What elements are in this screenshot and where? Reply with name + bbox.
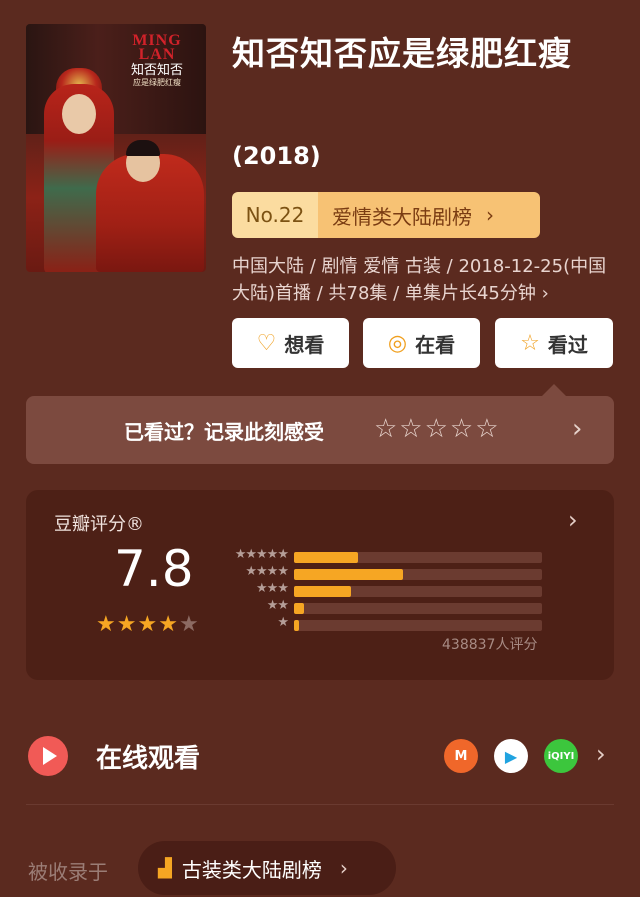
distribution-stars-label: ★★★ <box>256 581 289 596</box>
distribution-bar-fill <box>294 586 351 597</box>
star-outline-icon: ☆ <box>520 330 540 356</box>
tencent-video-icon[interactable]: ▶ <box>494 739 528 773</box>
chevron-right-icon: › <box>339 856 348 880</box>
popover-pointer <box>542 384 566 396</box>
chevron-right-icon: › <box>568 506 578 534</box>
poster-face-bride <box>62 94 96 134</box>
rank-number: No.22 <box>232 192 318 238</box>
rating-star-icon: ★ <box>96 612 117 637</box>
want-to-watch-label: 想看 <box>284 332 325 357</box>
rating-label: 豆瓣评分® <box>54 514 144 535</box>
rank-label: 爱情类大陆剧榜 <box>332 204 472 229</box>
included-list-chip[interactable]: ▟ 古装类大陆剧榜 › <box>138 841 396 895</box>
distribution-bar-track <box>294 603 542 614</box>
target-icon: ◎ <box>387 330 408 356</box>
iqiyi-icon[interactable]: iQIYI <box>544 739 578 773</box>
included-list-label: 古装类大陆剧榜 <box>181 857 322 882</box>
want-to-watch-button[interactable]: ♡ 想看 <box>232 318 349 368</box>
rating-star-icon: ★ <box>137 612 159 637</box>
watched-label: 看过 <box>547 332 588 357</box>
heart-plus-icon: ♡ <box>256 330 277 356</box>
divider <box>26 804 614 805</box>
distribution-bar-fill <box>294 603 304 614</box>
rating-star-icon: ★ <box>116 612 138 637</box>
distribution-stars-label: ★ <box>277 615 289 630</box>
included-in-label: 被收录于 <box>28 860 108 884</box>
poster-logo-en: MING LAN <box>132 32 182 63</box>
rating-distribution-row: ★★★ <box>222 581 552 598</box>
distribution-stars-label: ★★★★ <box>245 564 289 579</box>
douban-rating-card[interactable]: 豆瓣评分® › 7.8 ★★★★★ ★★★★★ ★★★★ ★★★ ★★ ★ 438837… <box>26 490 614 680</box>
poster-logo-cn: 知否知否 <box>130 62 183 77</box>
distribution-bar-track <box>294 620 542 631</box>
watching-label: 在看 <box>415 332 456 357</box>
rating-score: 7.8 <box>114 540 194 598</box>
rate-stars-input[interactable]: ☆☆☆☆☆ <box>374 414 501 444</box>
poster-image[interactable]: MING LAN 知否知否 应是绿肥红瘦 <box>26 24 206 272</box>
chevron-right-icon: › <box>596 740 606 768</box>
rating-stars: ★★★★★ <box>96 612 200 637</box>
rank-label-wrap: 爱情类大陆剧榜 › <box>318 192 540 238</box>
distribution-stars-label: ★★ <box>266 598 289 613</box>
rating-distribution-row: ★★★★ <box>222 564 552 581</box>
distribution-bar-fill <box>294 552 358 563</box>
watch-online-row[interactable]: 在线观看 M ▶ iQIYI › <box>0 728 640 788</box>
rating-count: 438837人评分 <box>442 637 538 653</box>
distribution-stars-label: ★★★★★ <box>234 547 289 562</box>
rating-distribution-row: ★★★★★ <box>222 547 552 564</box>
poster-hair-groom <box>126 140 160 156</box>
release-year: (2018) <box>232 142 321 170</box>
watch-online-label: 在线观看 <box>96 744 201 774</box>
poster-logo-sub: 应是绿肥红瘦 <box>133 78 181 87</box>
rank-badge[interactable]: No.22 爱情类大陆剧榜 › <box>232 192 540 238</box>
distribution-bar-fill <box>294 620 299 631</box>
podium-icon: ▟ <box>158 857 172 879</box>
record-label: 已看过？记录此刻感受 <box>124 420 324 444</box>
rating-star-icon: ★ <box>178 612 200 637</box>
mango-tv-icon[interactable]: M <box>444 739 478 773</box>
meta-info[interactable]: 中国大陆 / 剧情 爱情 古装 / 2018-12-25(中国大陆)首播 / 共… <box>232 253 622 307</box>
chevron-right-icon: › <box>572 414 583 444</box>
page-title: 知否知否应是绿肥红瘦 <box>232 34 572 73</box>
watched-button[interactable]: ☆ 看过 <box>495 318 613 368</box>
watching-button[interactable]: ◎ 在看 <box>363 318 480 368</box>
chevron-right-icon: › <box>486 203 494 227</box>
rating-distribution-row: ★★ <box>222 598 552 615</box>
play-icon <box>28 736 68 776</box>
rating-star-icon: ★ <box>158 612 179 637</box>
distribution-bar-fill <box>294 569 403 580</box>
record-feeling-bar[interactable]: 已看过？记录此刻感受 ☆☆☆☆☆ › <box>26 396 614 464</box>
poster-logo: MING LAN 知否知否 应是绿肥红瘦 <box>114 32 200 88</box>
rating-distribution-row: ★ <box>222 615 552 632</box>
